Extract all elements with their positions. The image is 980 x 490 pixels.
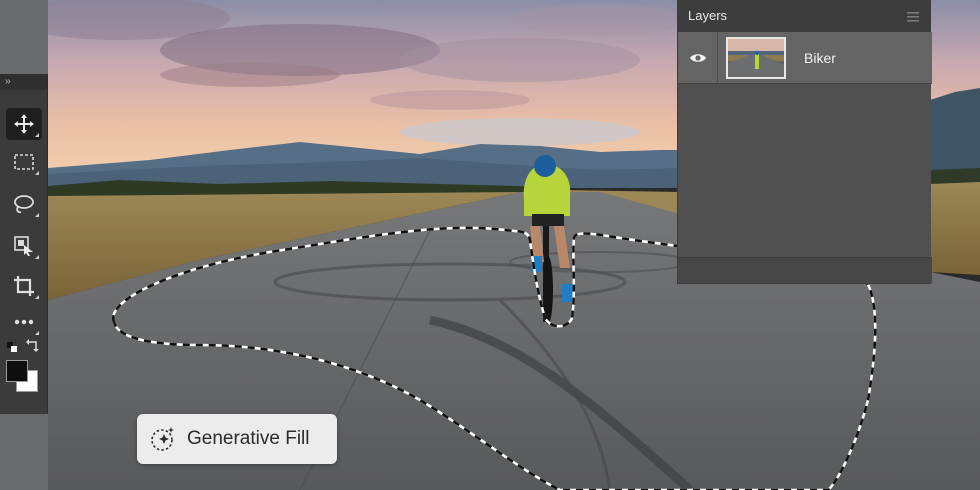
crop-icon [14, 276, 34, 296]
move-icon [14, 114, 34, 134]
layer-name: Biker [804, 50, 836, 66]
generative-fill-label: Generative Fill [187, 428, 310, 449]
more-tools-button[interactable] [6, 306, 42, 338]
ellipsis-icon [14, 319, 34, 325]
swap-colors-icon[interactable] [26, 338, 40, 352]
eye-icon [689, 54, 706, 62]
layers-panel-header: Layers [678, 0, 931, 32]
generative-fill-icon [151, 427, 174, 451]
layers-panel-title: Layers [688, 8, 728, 23]
marquee-tool-button[interactable] [6, 146, 42, 178]
move-tool-button[interactable] [6, 108, 42, 140]
tools-panel: ›› [0, 74, 48, 414]
crop-tool-button[interactable] [6, 270, 42, 302]
lasso-icon [14, 195, 34, 214]
layers-panel: Layers Biker [677, 0, 932, 284]
default-colors-icon[interactable] [7, 342, 17, 352]
panel-menu-icon[interactable] [907, 12, 919, 22]
lasso-tool-button[interactable] [6, 188, 42, 220]
object-selection-tool-button[interactable] [6, 230, 42, 262]
rectangular-marquee-icon [14, 154, 34, 170]
layers-panel-footer [678, 257, 932, 283]
foreground-color-swatch[interactable] [6, 360, 28, 382]
layer-thumbnail [726, 37, 786, 79]
layer-visibility-toggle[interactable] [678, 32, 718, 84]
object-selection-icon [14, 236, 33, 256]
collapse-toolbar-button[interactable]: ›› [0, 74, 47, 90]
layer-row[interactable]: Biker [678, 32, 932, 84]
generative-fill-button[interactable]: Generative Fill [137, 414, 337, 464]
